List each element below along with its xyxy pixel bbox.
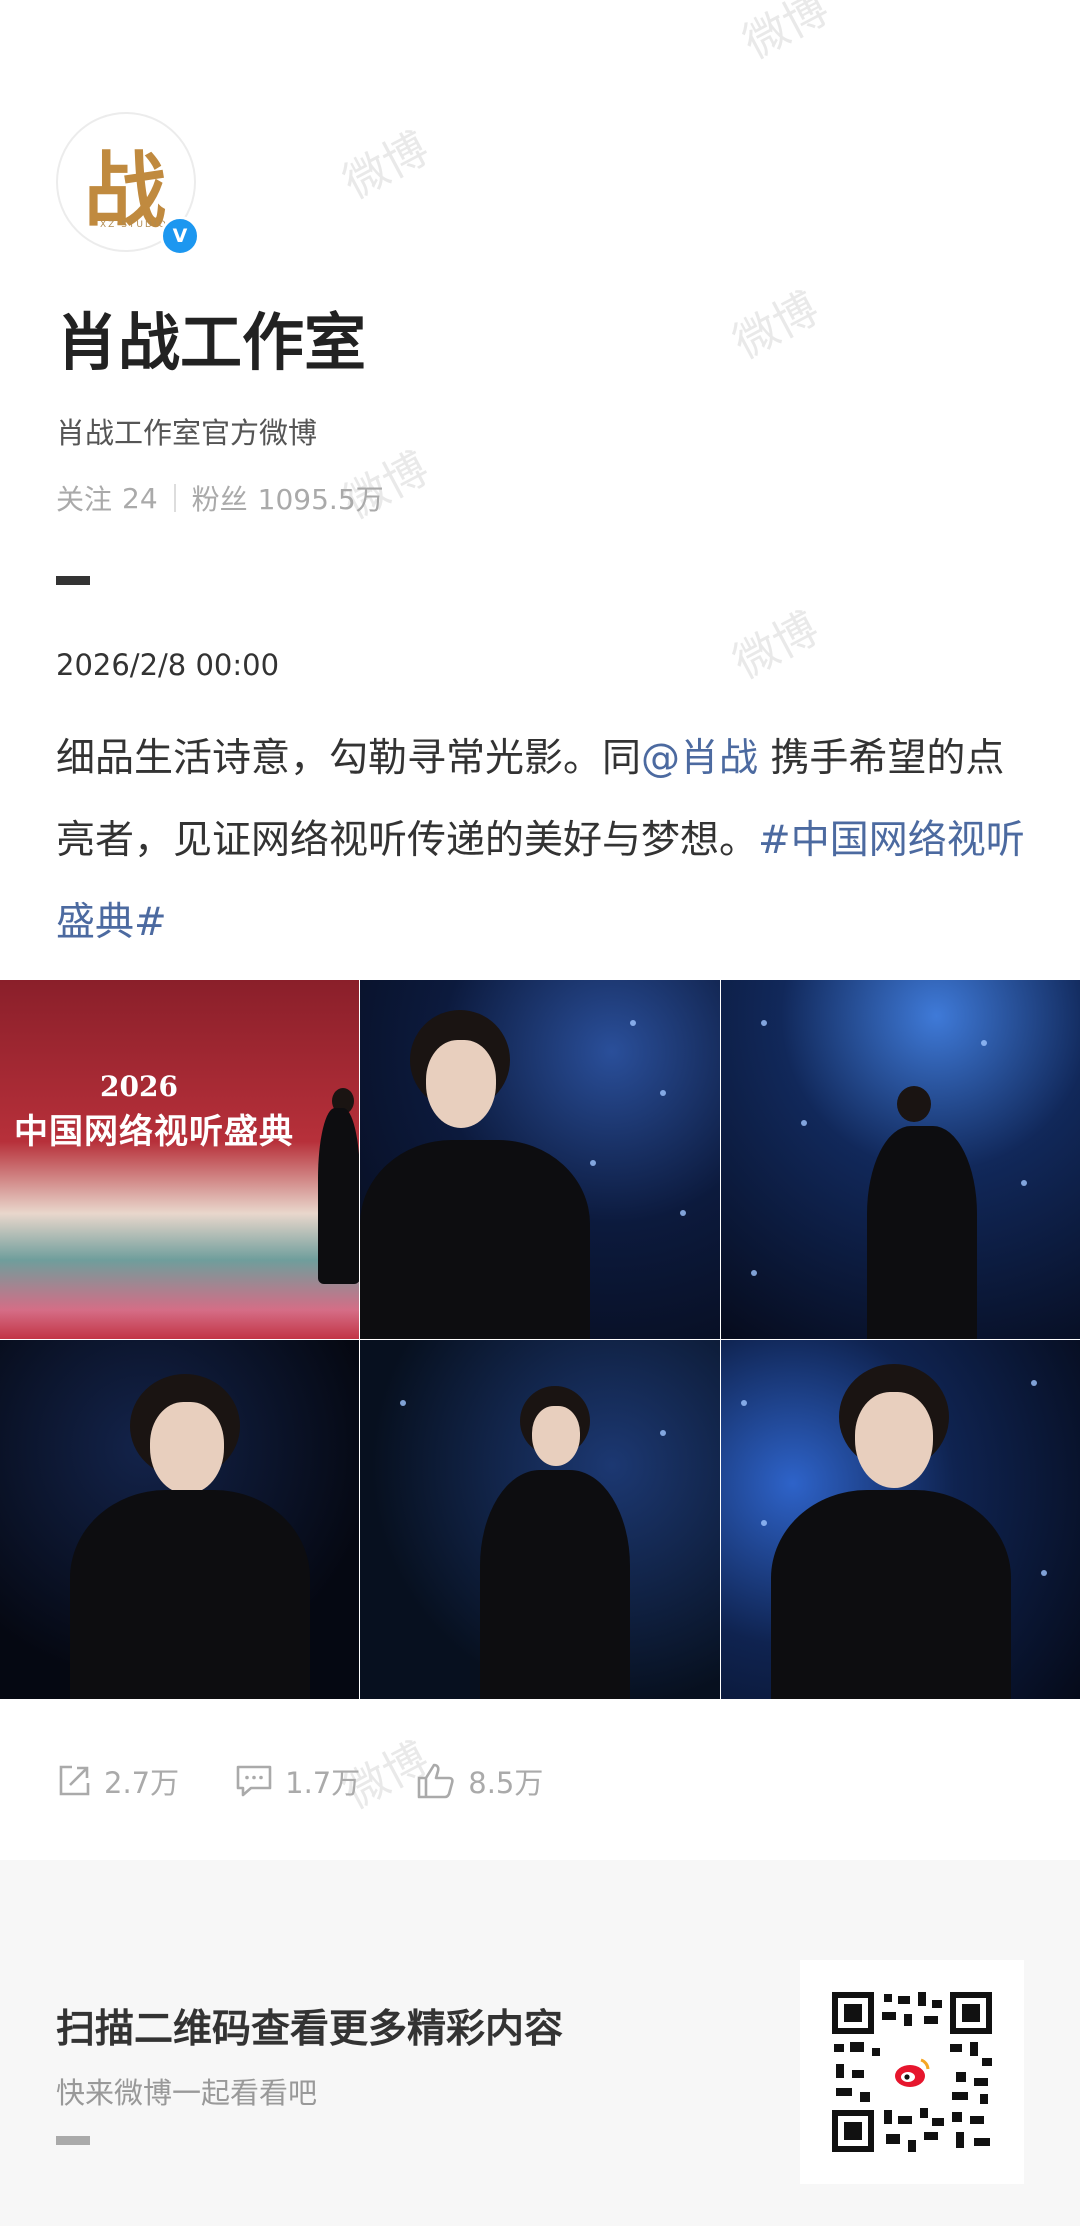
watermark: 微博: [725, 282, 827, 370]
like-icon: [417, 1763, 454, 1799]
mention-link[interactable]: @肖战: [641, 736, 758, 781]
action-bar: 2.7万 1.7万 8.5万: [56, 1760, 599, 1802]
like-button[interactable]: 8.5万: [416, 1760, 543, 1802]
following-count: 24: [122, 481, 158, 515]
watermark: 微博: [335, 122, 437, 210]
stats-divider: [173, 484, 176, 512]
post-text: 细品生活诗意，勾勒寻常光影。同@肖战 携手希望的点亮者，见证网络视听传递的美好与…: [56, 718, 1036, 964]
photo-grid: 2026 中国网络视听盛典: [0, 980, 1080, 1699]
followers-count: 1095.5万: [257, 483, 384, 516]
photo-5[interactable]: [360, 1340, 720, 1699]
comment-count: 1.7万: [285, 1766, 361, 1800]
like-count: 8.5万: [468, 1766, 544, 1800]
photo-1[interactable]: 2026 中国网络视听盛典: [0, 980, 359, 1339]
share-count: 2.7万: [104, 1766, 180, 1800]
poster-title: 中国网络视听盛典: [14, 1112, 294, 1152]
footer-title: 扫描二维码查看更多精彩内容: [56, 2007, 564, 2052]
photo-4[interactable]: [0, 1340, 359, 1699]
footer-divider: [56, 2136, 90, 2145]
account-bio: 肖战工作室官方微博: [56, 416, 318, 450]
comment-button[interactable]: 1.7万: [235, 1760, 360, 1802]
post-date: 2026/2/8 00:00: [56, 648, 280, 682]
followers-label: 粉丝: [191, 483, 248, 516]
watermark: 微博: [735, 0, 837, 70]
comment-icon: [236, 1765, 272, 1797]
verified-badge-icon: V: [160, 216, 200, 256]
footer-subtitle: 快来微博一起看看吧: [56, 2076, 318, 2110]
photo-6[interactable]: [721, 1340, 1080, 1699]
avatar-logo-subtext: XZ·STUDIO: [100, 220, 168, 230]
follow-stats: 关注 24 粉丝 1095.5万: [56, 478, 384, 518]
qr-code-icon: [832, 1992, 992, 2152]
post-text-part: 细品生活诗意，勾勒寻常光影。同: [56, 736, 642, 781]
photo-3[interactable]: [721, 980, 1080, 1339]
share-button[interactable]: 2.7万: [56, 1760, 179, 1802]
following-label: 关注: [56, 483, 113, 516]
footer-promo: 扫描二维码查看更多精彩内容 快来微博一起看看吧: [0, 1860, 1080, 2226]
section-divider: [56, 576, 90, 585]
qr-code-card[interactable]: [800, 1960, 1024, 2184]
account-name[interactable]: 肖战工作室: [56, 292, 366, 382]
photo-2[interactable]: [360, 980, 720, 1339]
watermark: 微博: [725, 602, 827, 690]
poster-year: 2026: [100, 1070, 178, 1103]
share-icon: [59, 1765, 90, 1796]
